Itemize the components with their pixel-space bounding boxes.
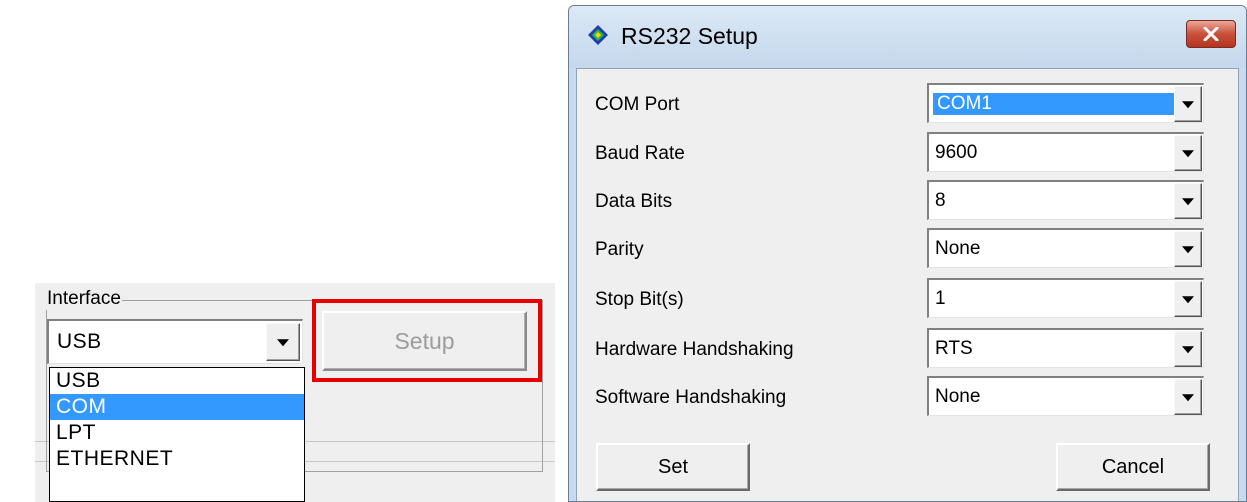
close-icon [1203,27,1219,41]
chevron-down-icon[interactable] [1174,86,1202,122]
dialog-title: RS232 Setup [621,23,758,49]
software-handshaking-label: Software Handshaking [595,387,787,408]
hardware-handshaking-label: Hardware Handshaking [595,339,794,360]
parity-label: Parity [595,239,644,260]
baud-rate-select[interactable]: 9600 [927,132,1204,172]
chevron-down-icon[interactable] [1174,379,1202,415]
data-bits-label: Data Bits [595,191,673,212]
list-item-com[interactable]: COM [50,394,304,420]
software-handshaking-value: None [935,386,981,407]
chevron-down-icon[interactable] [266,323,300,361]
chevron-down-icon[interactable] [1174,331,1202,367]
chevron-down-icon[interactable] [1174,183,1202,219]
set-button[interactable]: Set [596,443,750,491]
stop-bits-label: Stop Bit(s) [595,289,684,310]
rs232-setup-dialog: RS232 Setup COM Port COM1 Baud Rate 9600… [568,5,1247,502]
list-item-usb[interactable]: USB [50,368,304,394]
com-port-label: COM Port [595,94,680,115]
list-item-lpt[interactable]: LPT [50,420,304,446]
setup-button[interactable]: Setup [322,311,527,371]
baud-rate-value: 9600 [935,142,978,163]
parity-value: None [935,238,981,259]
chevron-down-icon[interactable] [1174,135,1202,171]
stop-bits-value: 1 [935,288,946,309]
interface-label: Interface [46,288,122,310]
interface-dropdown-list: USB COM LPT ETHERNET [49,367,305,502]
diamond-app-icon [588,25,608,45]
interface-select-value: USB [57,330,102,353]
chevron-down-icon[interactable] [1174,231,1202,267]
data-bits-select[interactable]: 8 [927,180,1204,220]
hardware-handshaking-value: RTS [935,338,973,359]
stop-bits-select[interactable]: 1 [927,278,1204,318]
chevron-down-icon[interactable] [1174,281,1202,317]
software-handshaking-select[interactable]: None [927,376,1204,416]
close-button[interactable] [1186,20,1236,48]
data-bits-value: 8 [935,190,946,211]
com-port-value: COM1 [933,93,1179,115]
com-port-select[interactable]: COM1 [927,83,1204,123]
list-item-ethernet[interactable]: ETHERNET [50,446,304,472]
baud-rate-label: Baud Rate [595,143,685,164]
cancel-button[interactable]: Cancel [1056,443,1210,491]
hardware-handshaking-select[interactable]: RTS [927,328,1204,368]
parity-select[interactable]: None [927,228,1204,268]
title-bar: RS232 Setup [569,6,1246,68]
interface-select[interactable]: USB [47,319,303,364]
dialog-body: COM Port COM1 Baud Rate 9600 Data Bits 8… [576,68,1239,501]
